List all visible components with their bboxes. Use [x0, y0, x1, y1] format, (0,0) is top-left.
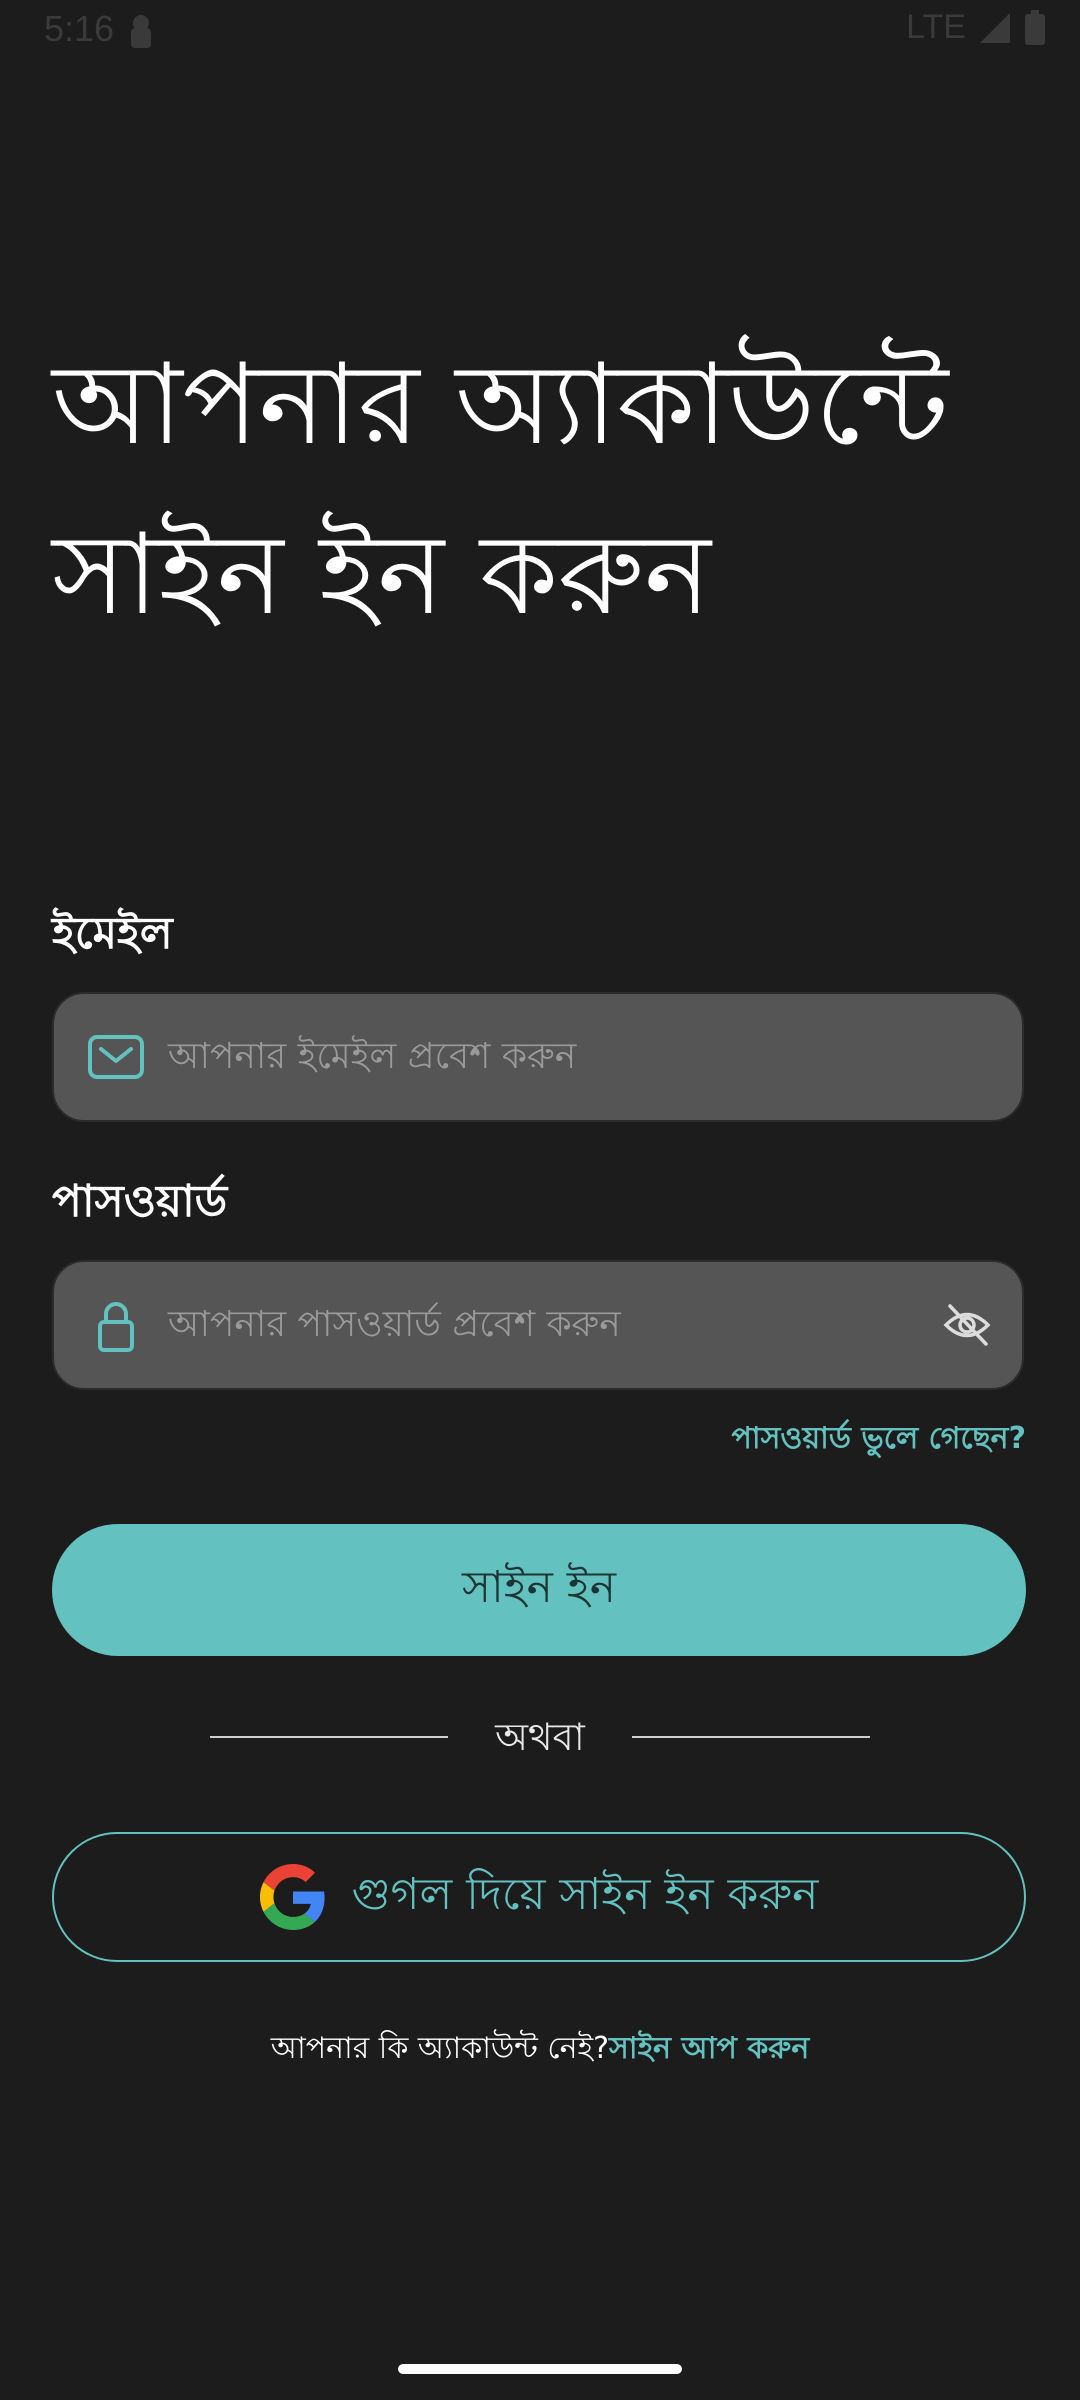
lock-icon	[131, 15, 151, 48]
battery-icon	[1025, 9, 1045, 45]
divider-right	[632, 1736, 870, 1738]
google-sign-in-button[interactable]: গুগল দিয়ে সাইন ইন করুন	[52, 1832, 1026, 1962]
password-field[interactable]: আপনার পাসওয়ার্ড প্রবেশ করুন	[52, 1260, 1024, 1390]
mail-icon	[88, 1035, 144, 1079]
divider-text: অথবা	[495, 1715, 585, 1759]
page-title: আপনার অ্যাকাউন্টে সাইন ইন করুন	[52, 340, 949, 640]
email-label: ইমেইল	[52, 908, 173, 959]
sign-in-button[interactable]: সাইন ইন	[52, 1524, 1026, 1656]
eye-off-icon[interactable]	[942, 1302, 992, 1348]
status-icons: LTE	[906, 8, 1046, 47]
signup-prompt: আপনার কি অ্যাকাউন্ট নেই?সাইন আপ করুন	[0, 2024, 1080, 2075]
home-indicator[interactable]	[398, 2364, 682, 2374]
google-button-label: গুগল দিয়ে সাইন ইন করুন	[351, 1868, 819, 1920]
signup-prompt-text: আপনার কি অ্যাকাউন্ট নেই?	[270, 2031, 610, 2066]
signal-icon	[980, 12, 1010, 43]
status-time: 5:16	[44, 8, 115, 49]
forgot-password-link[interactable]: পাসওয়ার্ড ভুলে গেছেন?	[732, 1414, 1026, 1465]
password-label: পাসওয়ার্ড	[52, 1176, 228, 1227]
email-field[interactable]: আপনার ইমেইল প্রবেশ করুন	[52, 992, 1024, 1122]
google-icon	[259, 1864, 325, 1930]
network-type: LTE	[906, 8, 966, 46]
status-bar: 5:16 LTE	[0, 0, 1080, 62]
lock-icon	[98, 1302, 134, 1352]
password-placeholder: আপনার পাসওয়ার্ড প্রবেশ করুন	[168, 1304, 621, 1345]
signup-link[interactable]: সাইন আপ করুন	[609, 2031, 809, 2066]
email-placeholder: আপনার ইমেইল প্রবেশ করুন	[168, 1036, 577, 1077]
